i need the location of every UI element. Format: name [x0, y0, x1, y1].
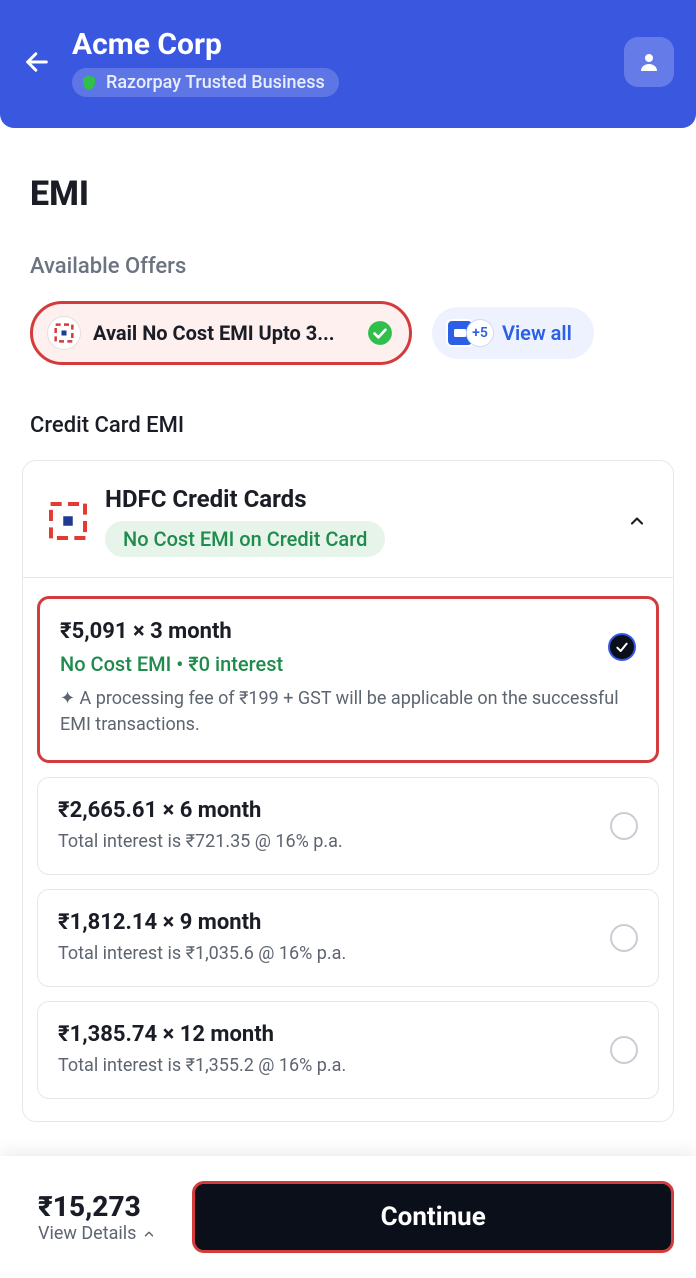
- trust-badge: Razorpay Trusted Business: [72, 68, 339, 97]
- bank-title-block: HDFC Credit Cards No Cost EMI on Credit …: [105, 485, 609, 557]
- offer-pill[interactable]: Avail No Cost EMI Upto 3...: [30, 301, 412, 365]
- plan-interest: Total interest is ₹1,355.2 @ 16% p.a.: [58, 1055, 638, 1076]
- check-circle-icon: [367, 320, 393, 346]
- title-block: Acme Corp Razorpay Trusted Business: [72, 27, 339, 97]
- offer-bank-logo: [47, 316, 81, 350]
- credit-emi-heading: Credit Card EMI: [30, 413, 696, 438]
- radio-unselected: [610, 1036, 638, 1064]
- total-amount: ₹15,273: [38, 1190, 156, 1223]
- stacked-icons: +5: [446, 319, 494, 347]
- radio-unselected: [610, 924, 638, 952]
- shield-icon: [80, 73, 98, 93]
- hdfc-logo-icon: [49, 502, 87, 540]
- offers-count-badge: +5: [466, 319, 494, 347]
- check-icon: [614, 639, 630, 655]
- bank-name: HDFC Credit Cards: [105, 485, 307, 513]
- amount-block[interactable]: ₹15,273 View Details: [38, 1190, 156, 1244]
- plan-interest: Total interest is ₹721.35 @ 16% p.a.: [58, 831, 638, 852]
- plan-note: ✦ A processing fee of ₹199 + GST will be…: [60, 686, 636, 738]
- chevron-up-icon: [627, 511, 647, 531]
- chevron-up-icon: [142, 1227, 156, 1241]
- header-left: Acme Corp Razorpay Trusted Business: [22, 27, 339, 97]
- emi-plan-12-month[interactable]: ₹1,385.74 × 12 month Total interest is ₹…: [37, 1001, 659, 1099]
- view-details-toggle[interactable]: View Details: [38, 1223, 156, 1244]
- plan-title: ₹1,812.14 × 9 month: [58, 910, 638, 935]
- radio-selected: [608, 633, 636, 661]
- user-icon: [637, 50, 661, 74]
- hdfc-icon: [54, 323, 74, 343]
- view-all-offers-button[interactable]: +5 View all: [432, 307, 594, 359]
- bank-card-panel: HDFC Credit Cards No Cost EMI on Credit …: [22, 460, 674, 1122]
- footer-bar: ₹15,273 View Details Continue: [0, 1156, 696, 1278]
- page-title: EMI: [30, 174, 696, 214]
- back-button[interactable]: [22, 47, 52, 77]
- offer-text: Avail No Cost EMI Upto 3...: [93, 321, 355, 345]
- offers-row: Avail No Cost EMI Upto 3... +5 View all: [30, 301, 696, 365]
- trust-label: Razorpay Trusted Business: [106, 72, 325, 93]
- plan-interest: Total interest is ₹1,035.6 @ 16% p.a.: [58, 943, 638, 964]
- emi-plan-3-month[interactable]: ₹5,091 × 3 month No Cost EMI • ₹0 intere…: [37, 596, 659, 763]
- emi-plan-9-month[interactable]: ₹1,812.14 × 9 month Total interest is ₹1…: [37, 889, 659, 987]
- company-name: Acme Corp: [72, 27, 339, 62]
- continue-button[interactable]: Continue: [192, 1181, 674, 1253]
- plan-title: ₹2,665.61 × 6 month: [58, 798, 638, 823]
- view-all-label: View all: [502, 321, 572, 345]
- offers-heading: Available Offers: [30, 254, 696, 279]
- app-header: Acme Corp Razorpay Trusted Business: [0, 0, 696, 128]
- emi-plan-6-month[interactable]: ₹2,665.61 × 6 month Total interest is ₹7…: [37, 777, 659, 875]
- bank-badge: No Cost EMI on Credit Card: [105, 521, 385, 557]
- plans-list: ₹5,091 × 3 month No Cost EMI • ₹0 intere…: [23, 578, 673, 1117]
- radio-unselected: [610, 812, 638, 840]
- profile-button[interactable]: [624, 37, 674, 87]
- plan-title: ₹5,091 × 3 month: [60, 619, 636, 644]
- arrow-left-icon: [23, 48, 51, 76]
- plan-title: ₹1,385.74 × 12 month: [58, 1022, 638, 1047]
- view-details-label: View Details: [38, 1223, 136, 1244]
- bank-header[interactable]: HDFC Credit Cards No Cost EMI on Credit …: [23, 461, 673, 578]
- plan-subtitle: No Cost EMI • ₹0 interest: [60, 652, 636, 676]
